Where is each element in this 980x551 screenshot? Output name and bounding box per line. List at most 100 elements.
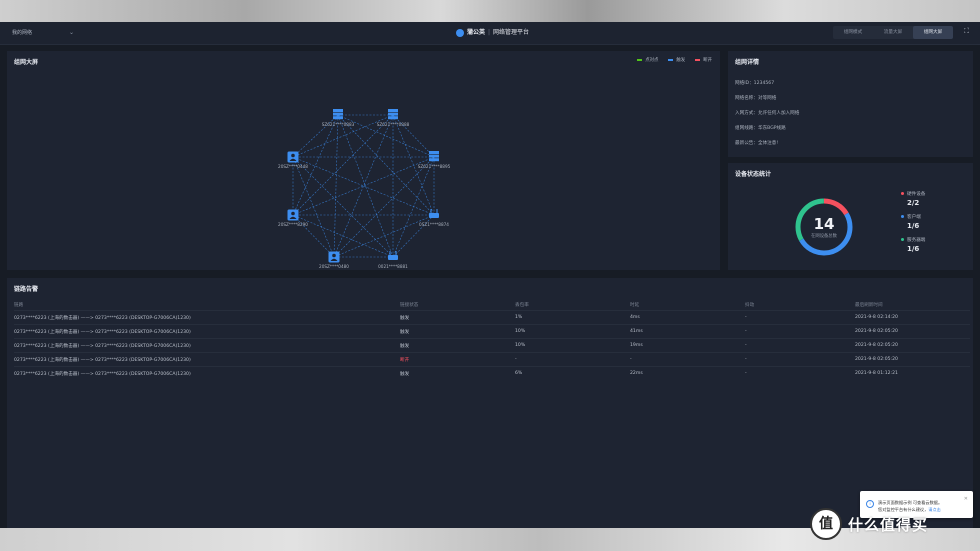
dandelion-logo-icon [456,29,464,37]
brand-subtitle: 网络管理平台 [493,29,530,36]
cell-loss: 1% [515,310,630,325]
background-top [0,0,980,22]
watermark-badge: 值 [810,508,842,540]
cell-time: 2021-9-8 01:12:21 [855,366,970,380]
node-label: 0021****8881 [378,264,408,269]
topology-node[interactable]: 0021****8881 [378,251,408,269]
node-label: 0SZ1****8874 [419,222,449,227]
mode-button-networking[interactable]: 组网模式 [833,26,873,39]
site-watermark: 值 什么值得买 [810,507,928,541]
node-label: 20SZ****0448 [278,164,308,169]
cell-time: 2021-9-8 02:05:20 [855,324,970,339]
cell-jitter: - [745,310,855,325]
server-icon [333,109,343,120]
table-row[interactable]: 0273****6223 (上海的数击器) ——> 0273****6223 (… [14,324,970,339]
cell-link: 0273****6223 (上海的数击器) ——> 0273****6223 (… [14,352,400,367]
dot-server [901,238,904,241]
brand: 蒲公英 | 网络管理平台 [456,27,529,39]
topology-node[interactable]: 20SZ****8290 [278,209,308,228]
device-total: 14 [813,215,835,233]
table-row[interactable]: 0273****6223 (上海的数击器) ——> 0273****6223 (… [14,310,970,325]
table-row[interactable]: 0273****6223 (上海的数击器) ——> 0273****6223 (… [14,352,970,367]
cell-link: 0273****6223 (上海的数击器) ——> 0273****6223 (… [14,310,400,325]
cell-status: 触发 [400,324,515,339]
dashboard-screen: 我的网络 ⌄ 蒲公英 | 网络管理平台 组网模式 流量大屏 组网大屏 ⛶ 组网大… [0,22,980,528]
dot-hardware [901,192,904,195]
topology-panel: 组网大屏 点对点 触发 断开 SZ621****0883 SZ621****088… [7,51,720,270]
cell-latency: 4ms [630,310,745,325]
link-edge [392,156,435,258]
alerts-table: 链路 链接状态 丢包率 时延 抖动 最后刷新时间 0273****6223 (上… [14,299,970,380]
user-icon [287,151,299,163]
node-label: SZ621****8895 [418,164,451,169]
stat-server: 服务器端 1/6 [901,237,925,253]
close-icon[interactable]: ✕ [964,496,968,502]
network-select[interactable]: 我的网络 ⌄ [12,27,74,39]
cell-jitter: - [745,324,855,339]
server-icon-bar [333,109,343,112]
stat-value: 1/6 [907,245,920,253]
cell-loss: 10% [515,338,630,353]
toast-feedback-link[interactable]: 请点击 [928,507,941,512]
server-icon-bar [333,116,343,120]
server-icon [388,109,398,120]
server-icon-bar [429,151,439,154]
user-icon [328,251,340,263]
cell-latency: - [630,352,745,367]
col-header-status: 链接状态 [400,302,419,308]
table-row[interactable]: 0273****6223 (上海的数击器) ——> 0273****6223 (… [14,338,970,353]
stat-label: 硬件设备 [907,192,926,197]
server-icon-bar [388,112,398,116]
table-header: 链路 链接状态 丢包率 时延 抖动 最后刷新时间 [14,299,970,311]
topology-graph: SZ621****0883 SZ621****0888 SZ621****8895 0… [278,109,451,270]
server-icon-bar [429,154,439,158]
mode-button-traffic[interactable]: 流量大屏 [873,26,913,39]
topology-node[interactable]: 20SZ****0448 [278,151,308,170]
link-edge [333,114,339,258]
watermark-text: 什么值得买 [848,515,929,534]
cell-jitter: - [745,338,855,353]
brand-divider: | [488,29,491,36]
detail-route: 组网线路：华东BGP线路 [735,126,786,131]
node-label: 20SZ****0480 [319,264,349,269]
node-label: 20SZ****8290 [278,222,308,227]
topology-node[interactable]: SZ621****8895 [418,151,451,169]
col-header-link: 链路 [14,302,24,308]
network-select-label: 我的网络 [12,30,33,36]
topology-node[interactable]: 0SZ1****8874 [419,209,449,227]
stats-panel: 设备状态统计 14 在网设备总数 硬件设备 2/2 客户端 1/6 服务器端 1… [728,163,973,270]
cell-time: 2021-9-8 02:05:20 [855,352,970,367]
cell-loss: 10% [515,324,630,339]
cell-latency: 41ms [630,324,745,339]
link-edge [333,156,435,258]
server-icon-bar [429,158,439,162]
fullscreen-icon[interactable]: ⛶ [964,28,971,35]
server-icon-bar [333,112,343,116]
stat-value: 1/6 [907,222,920,230]
detail-network-id: 网络ID：1234567 [735,81,775,86]
mode-switcher: 组网模式 流量大屏 组网大屏 [833,26,953,39]
topology-node[interactable]: SZ621****0888 [377,109,410,127]
cell-status: 断开 [400,352,515,367]
cell-time: 2021-9-8 02:14:20 [855,310,970,325]
cell-loss: 6% [515,366,630,380]
server-icon [429,151,439,162]
stat-label: 客户端 [907,215,921,220]
cell-loss: - [515,352,630,367]
link-edge [292,156,394,258]
topology-node[interactable]: 20SZ****0480 [319,251,349,270]
col-header-time: 最后刷新时间 [855,302,883,308]
cell-link: 0273****6223 (上海的数击器) ——> 0273****6223 (… [14,366,400,380]
topology-node[interactable]: SZ621****0883 [322,109,355,127]
table-row[interactable]: 0273****6223 (上海的数击器) ——> 0273****6223 (… [14,366,970,380]
col-header-jitter: 抖动 [745,302,755,308]
detail-network-name: 网络名称：对等网络 [735,96,777,101]
chevron-down-icon: ⌄ [68,29,74,36]
cell-latency: 19ms [630,338,745,353]
alerts-panel: 链路告警 链路 链接状态 丢包率 时延 抖动 最后刷新时间 0273****62… [7,278,973,528]
alerts-title: 链路告警 [14,286,39,293]
cell-time: 2021-9-8 02:05:20 [855,338,970,353]
cell-jitter: - [745,366,855,380]
user-icon-head [291,211,295,216]
mode-button-topology[interactable]: 组网大屏 [913,26,953,39]
